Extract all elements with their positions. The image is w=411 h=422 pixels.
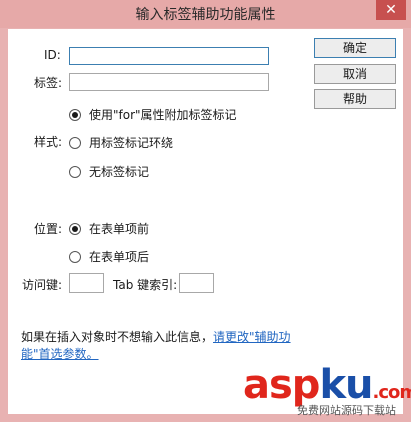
style-label: 样式: (34, 135, 63, 149)
dialog-body: ID: 标签: 样式: 使用"for"属性附加标签标记 用标签标记环绕 无标签标… (8, 29, 403, 414)
preferences-note: 如果在插入对象时不想输入此信息，请更改"辅助功能"首选参数。 (21, 329, 291, 363)
id-label: ID: (44, 48, 61, 62)
close-icon: ✕ (385, 2, 397, 18)
cancel-button[interactable]: 取消 (314, 64, 396, 84)
dialog-window: 输入标签辅助功能属性 ✕ ID: 标签: 样式: 使用"for"属性附加标签标记… (0, 0, 411, 422)
note-text: 如果在插入对象时不想输入此信息， (21, 330, 214, 344)
radio-button[interactable] (69, 222, 81, 235)
watermark-logo: aspku.com 免费网站源码下载站 (243, 362, 411, 418)
watermark-subtitle: 免费网站源码下载站 (297, 404, 396, 417)
tag-input[interactable] (69, 73, 269, 91)
style-option-label: 无标签标记 (89, 165, 150, 179)
close-button[interactable]: ✕ (376, 0, 406, 20)
tab-index-label: Tab 键索引: (113, 278, 178, 292)
access-key-label: 访问键: (22, 278, 63, 292)
access-key-input[interactable] (69, 273, 104, 293)
id-input[interactable] (69, 47, 269, 65)
window-title: 输入标签辅助功能属性 (135, 7, 276, 23)
style-option-label: 使用"for"属性附加标签标记 (89, 108, 237, 122)
radio-button[interactable] (69, 250, 81, 263)
help-button[interactable]: 帮助 (314, 89, 396, 109)
style-option-none[interactable]: 无标签标记 (69, 163, 149, 180)
position-option-before[interactable]: 在表单项前 (69, 220, 149, 237)
style-option-for-attribute[interactable]: 使用"for"属性附加标签标记 (69, 106, 237, 123)
style-option-label: 用标签标记环绕 (89, 136, 174, 150)
position-option-label: 在表单项前 (89, 222, 150, 236)
position-option-after[interactable]: 在表单项后 (69, 248, 149, 265)
tag-label: 标签: (34, 76, 63, 90)
radio-button[interactable] (69, 136, 81, 149)
ok-button[interactable]: 确定 (314, 38, 396, 58)
radio-button[interactable] (69, 165, 81, 178)
style-option-wrap[interactable]: 用标签标记环绕 (69, 134, 173, 151)
tab-index-input[interactable] (179, 273, 214, 293)
title-bar[interactable]: 输入标签辅助功能属性 ✕ (0, 0, 411, 28)
radio-button[interactable] (69, 108, 81, 121)
position-option-label: 在表单项后 (89, 250, 150, 264)
position-label: 位置: (34, 222, 63, 236)
